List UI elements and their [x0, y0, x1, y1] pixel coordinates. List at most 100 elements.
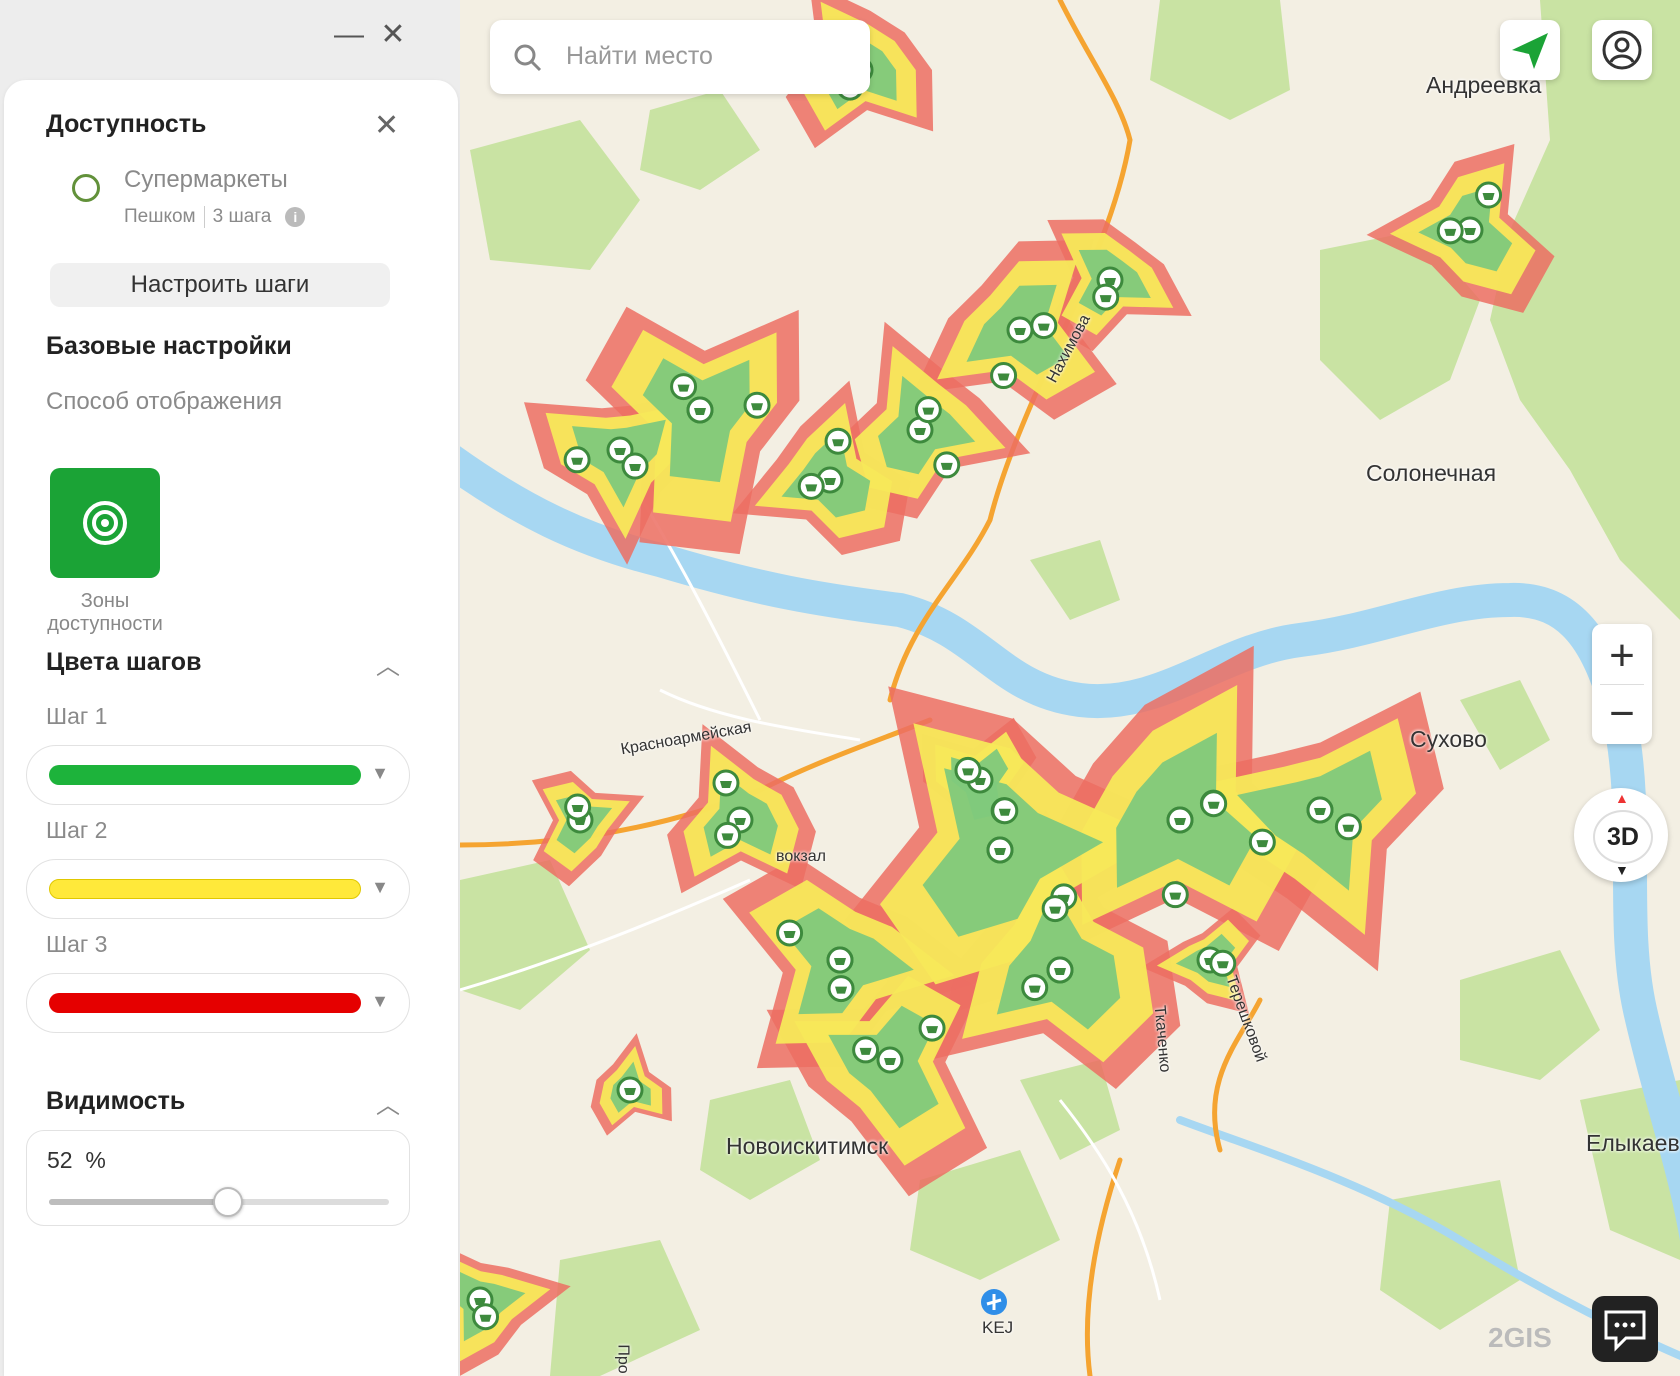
base-settings-title: Базовые настройки [46, 332, 292, 360]
basket-icon [926, 1026, 939, 1034]
layer-steps: 3 шага [212, 206, 272, 227]
airport-label: KEJ [982, 1318, 1014, 1337]
slider-thumb[interactable] [212, 1187, 243, 1217]
basket-icon [1314, 808, 1326, 815]
panel-title: Доступность [46, 110, 207, 138]
step-1-label: Шаг 1 [46, 703, 108, 729]
basket-icon [1464, 228, 1476, 235]
zoom-control: + − [1592, 624, 1652, 744]
target-icon [83, 501, 127, 545]
zones-mode-label: Зоны доступности [47, 590, 163, 635]
airport-icon [981, 1289, 1007, 1315]
layer-name: Супермаркеты [124, 166, 288, 193]
basket-icon [994, 848, 1006, 855]
chevron-down-icon: ▼ [371, 877, 389, 897]
zoom-in-button[interactable]: + [1592, 628, 1652, 684]
basket-icon [835, 986, 848, 994]
visibility-title: Видимость [46, 1087, 186, 1115]
window-close-button[interactable]: ✕ [378, 18, 408, 52]
basket-icon [914, 428, 926, 435]
basket-icon [1216, 961, 1229, 969]
zones-mode-button[interactable] [50, 468, 160, 578]
basket-icon [677, 384, 690, 392]
station-label: вокзал [776, 848, 826, 865]
configure-steps-button[interactable]: Настроить шаги [50, 263, 390, 307]
chevron-down-icon: ▼ [371, 991, 389, 1011]
place-label-novoiskitimsk: Новоискитимск [726, 1133, 889, 1159]
step-2-label: Шаг 2 [46, 817, 108, 843]
basket-icon [721, 833, 734, 841]
basket-icon [998, 808, 1011, 816]
basket-icon [832, 439, 845, 447]
slider-fill [49, 1199, 226, 1205]
accessibility-panel: Доступность ✕ Супермаркеты Пешком 3 шага… [4, 80, 458, 1376]
info-icon[interactable]: i [285, 207, 306, 227]
step-colors-title: Цвета шагов [46, 648, 202, 676]
basket-icon [940, 462, 953, 470]
basket-icon [859, 1047, 872, 1055]
search-placeholder: Найти место [566, 42, 713, 70]
north-arrow-icon: ▲ [1615, 790, 1629, 806]
collapse-step-colors-icon[interactable]: ︿ [376, 646, 400, 681]
user-icon [1602, 30, 1642, 70]
basket-icon [1207, 801, 1220, 809]
compass-3d-button[interactable]: ▲ 3D ▼ [1574, 788, 1668, 882]
basket-icon [571, 457, 584, 465]
step-3-color-select[interactable]: ▼ [26, 973, 410, 1033]
step-1-color-select[interactable]: ▼ [26, 745, 410, 805]
basket-icon [694, 408, 706, 415]
navigation-arrow-icon [1512, 33, 1548, 69]
route-button[interactable] [1500, 20, 1560, 80]
street-label-pro: Про [614, 1344, 632, 1374]
zoom-divider [1600, 684, 1644, 685]
chevron-down-icon: ▼ [371, 763, 389, 783]
basket-icon [824, 478, 836, 485]
layer-meta: Пешком 3 шага i [124, 206, 306, 228]
basket-icon [783, 930, 796, 938]
basket-icon [1482, 193, 1495, 201]
basket-icon [1037, 323, 1050, 331]
visibility-value: 52 % [47, 1147, 106, 1173]
step-2-color-swatch [49, 879, 361, 899]
brand-logo: 2GIS [1488, 1322, 1552, 1353]
basket-icon [614, 448, 626, 455]
step-3-label: Шаг 3 [46, 931, 108, 957]
basket-icon [1099, 295, 1112, 303]
basket-icon [1256, 840, 1269, 848]
basket-icon [805, 484, 818, 492]
step-2-color-select[interactable]: ▼ [26, 859, 410, 919]
search-icon [514, 44, 542, 72]
basket-icon [719, 780, 732, 788]
chat-button[interactable] [1592, 1296, 1658, 1362]
meta-divider [203, 206, 205, 228]
basket-icon [624, 1088, 636, 1095]
layer-mode: Пешком [124, 206, 196, 227]
zoom-out-button[interactable]: − [1592, 686, 1652, 742]
visibility-control: 52 % [26, 1130, 410, 1226]
minimize-button[interactable]: — [334, 18, 364, 52]
display-mode-label: Способ отображения [46, 388, 283, 415]
basket-icon [1014, 328, 1026, 335]
basket-icon [922, 407, 935, 415]
south-arrow-icon: ▼ [1615, 862, 1629, 878]
chat-icon [1604, 1310, 1646, 1352]
map-view[interactable]: Андреевка Солонечная Сухово Елыкаев Ново… [460, 0, 1680, 1376]
basket-icon [834, 958, 846, 965]
basket-icon [629, 464, 642, 472]
profile-button[interactable] [1592, 20, 1652, 80]
basket-icon [1028, 985, 1041, 993]
search-input[interactable]: Найти место [490, 20, 870, 94]
visibility-slider[interactable] [49, 1187, 389, 1217]
panel-close-icon[interactable]: ✕ [374, 108, 399, 143]
basket-icon [734, 818, 746, 825]
map-canvas[interactable] [460, 0, 1680, 1376]
basket-icon [1054, 968, 1066, 975]
basket-icon [1169, 892, 1182, 900]
collapse-visibility-icon[interactable]: ︿ [376, 1085, 400, 1120]
basket-icon [571, 805, 584, 813]
place-label-elykaev: Елыкаев [1586, 1130, 1680, 1156]
step-3-color-swatch [49, 993, 361, 1013]
basket-icon [1444, 228, 1457, 236]
basket-icon [751, 403, 764, 411]
basket-icon [884, 1058, 896, 1065]
